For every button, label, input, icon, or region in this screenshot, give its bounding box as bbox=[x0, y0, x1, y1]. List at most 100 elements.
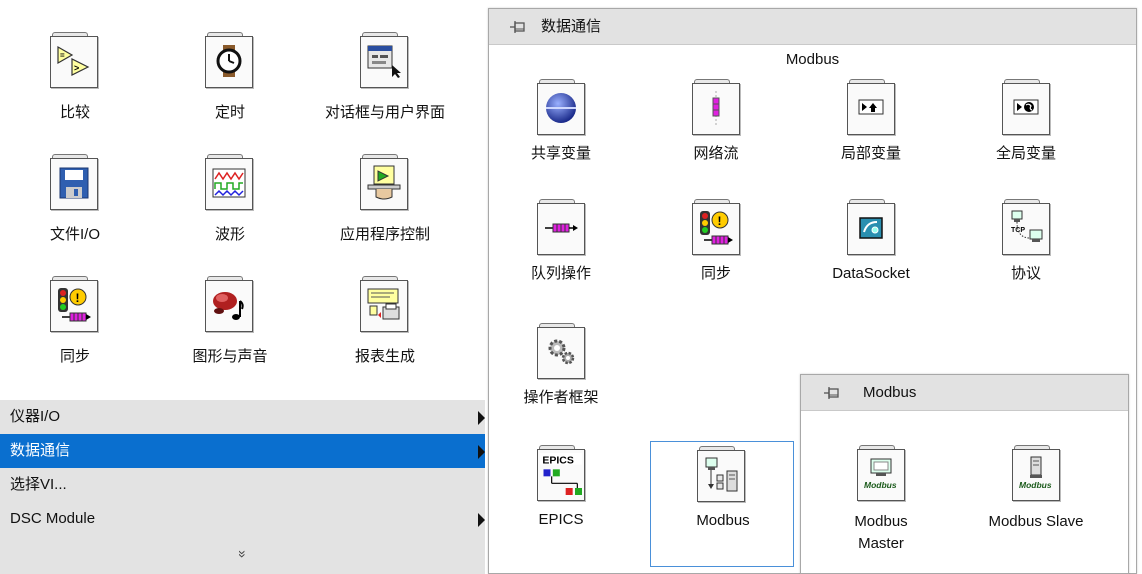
palette-item-label: 协议 bbox=[1010, 265, 1041, 282]
palette-item-label: Modbus Master bbox=[811, 511, 951, 555]
pin-icon[interactable] bbox=[509, 18, 527, 36]
label-line: Modbus Slave bbox=[988, 513, 1084, 530]
palette-item-label: 同步 bbox=[59, 348, 90, 365]
palette-item-label: 局部变量 bbox=[840, 145, 901, 162]
palette-item-label: 网络流 bbox=[693, 145, 739, 162]
file-io-icon bbox=[50, 154, 98, 212]
submenu-arrow-icon bbox=[478, 513, 485, 527]
modbus-icon bbox=[697, 446, 745, 504]
palette-item-label: 报表生成 bbox=[354, 348, 415, 365]
double-chevron-down-icon: » bbox=[234, 550, 251, 558]
queue-icon bbox=[537, 199, 585, 257]
epics-icon: EPICS bbox=[537, 445, 585, 503]
palette-item-timing[interactable]: 定时 bbox=[155, 32, 305, 144]
global-variable-icon bbox=[1002, 79, 1050, 137]
palette-item-file-io[interactable]: 文件I/O bbox=[0, 154, 150, 266]
shared-variable-icon bbox=[537, 79, 585, 137]
palette-item-modbus-master[interactable]: Modbus Modbus Master bbox=[811, 445, 951, 565]
palette-item-label: 波形 bbox=[214, 226, 245, 243]
palette-item-waveform[interactable]: 波形 bbox=[155, 154, 305, 266]
palette-subtitle: Modbus bbox=[785, 51, 840, 68]
palette-item-sync[interactable]: ! 同步 bbox=[0, 276, 150, 388]
palette-item-label: DataSocket bbox=[832, 265, 910, 282]
svg-text:!: ! bbox=[76, 291, 80, 305]
menu-item-label: DSC Module bbox=[10, 510, 96, 527]
palette-item-local-variable[interactable]: 局部变量 bbox=[801, 79, 941, 189]
palette-item-label: 应用程序控制 bbox=[339, 226, 430, 243]
palette-item-queue[interactable]: 队列操作 bbox=[491, 199, 631, 309]
label-line: Modbus bbox=[854, 513, 908, 530]
actor-framework-icon bbox=[537, 323, 585, 381]
expand-more-button[interactable]: » bbox=[0, 536, 485, 574]
palette-item-label: 图形与声音 bbox=[192, 348, 268, 365]
svg-text:>: > bbox=[74, 63, 79, 73]
timing-icon bbox=[205, 32, 253, 90]
palette-item-label: 定时 bbox=[214, 104, 245, 121]
protocol-icon: TCP bbox=[1002, 199, 1050, 257]
palette-item-dialog-ui[interactable]: 对话框与用户界面 bbox=[310, 32, 460, 160]
palette-item-shared-variable[interactable]: 共享变量 bbox=[491, 79, 631, 189]
palette-item-protocol[interactable]: TCP 协议 bbox=[956, 199, 1096, 309]
palette-item-epics[interactable]: EPICS EPICS bbox=[491, 445, 631, 555]
submenu-arrow-icon bbox=[478, 445, 485, 459]
pin-icon[interactable] bbox=[823, 384, 841, 402]
datasocket-icon bbox=[847, 199, 895, 257]
network-stream-icon bbox=[692, 79, 740, 137]
label-line: Master bbox=[858, 535, 904, 552]
palette-item-compare[interactable]: = > 比较 bbox=[0, 32, 150, 144]
graphics-sound-icon bbox=[205, 276, 253, 334]
menu-item-instrument-io[interactable]: 仪器I/O bbox=[0, 400, 485, 434]
palette-item-global-variable[interactable]: 全局变量 bbox=[956, 79, 1096, 189]
menu-item-data-communication[interactable]: 数据通信 bbox=[0, 434, 485, 468]
waveform-icon bbox=[205, 154, 253, 212]
sync-icon: ! bbox=[50, 276, 98, 334]
svg-text:!: ! bbox=[718, 214, 722, 228]
palette-item-label: 比较 bbox=[59, 104, 90, 121]
palette-header: 数据通信 bbox=[489, 9, 1136, 45]
dialog-ui-icon bbox=[360, 32, 408, 90]
palette-item-sync[interactable]: ! 同步 bbox=[646, 199, 786, 309]
sync-icon: ! bbox=[692, 199, 740, 257]
palette-item-label: 同步 bbox=[700, 265, 731, 282]
modbus-palette: Modbus Modbus Modbus Master Modbus Modbu… bbox=[800, 374, 1129, 574]
submenu-arrow-icon bbox=[478, 411, 485, 425]
menu-item-dsc-module[interactable]: DSC Module bbox=[0, 502, 485, 536]
modbus-slave-icon: Modbus bbox=[1012, 445, 1060, 503]
palette-title: Modbus bbox=[863, 384, 917, 401]
menu-item-label: 仪器I/O bbox=[10, 408, 61, 425]
palette-item-graphics-sound[interactable]: 图形与声音 bbox=[155, 276, 305, 388]
menu-item-label: 数据通信 bbox=[10, 442, 71, 459]
palette-item-label: 共享变量 bbox=[530, 145, 591, 162]
svg-text:=: = bbox=[60, 51, 65, 60]
menu-item-select-vi[interactable]: 选择VI... bbox=[0, 468, 485, 502]
svg-text:TCP: TCP bbox=[1011, 227, 1025, 234]
report-icon bbox=[360, 276, 408, 334]
compare-icon: = > bbox=[50, 32, 98, 90]
palette-item-modbus-slave[interactable]: Modbus Modbus Slave bbox=[966, 445, 1106, 565]
palette-header: Modbus bbox=[801, 375, 1128, 411]
palette-item-label: Modbus Slave bbox=[966, 511, 1106, 533]
palette-title: 数据通信 bbox=[541, 18, 602, 35]
palette-item-report[interactable]: 报表生成 bbox=[310, 276, 460, 388]
category-menu: 仪器I/O 数据通信 选择VI... DSC Module bbox=[0, 400, 485, 536]
palette-item-actor-framework[interactable]: 操作者框架 bbox=[491, 323, 631, 433]
functions-palette: = > 比较 定时 对话框与用户界面 文件I/O 波形 应用程序控制 ! 同步 … bbox=[0, 0, 485, 574]
palette-item-datasocket[interactable]: DataSocket bbox=[801, 199, 941, 309]
local-variable-icon bbox=[847, 79, 895, 137]
app-control-icon bbox=[360, 154, 408, 212]
palette-item-app-control[interactable]: 应用程序控制 bbox=[310, 154, 460, 266]
epics-icon-text: EPICS bbox=[542, 455, 574, 467]
palette-item-modbus[interactable]: Modbus bbox=[650, 441, 794, 567]
palette-item-label: 全局变量 bbox=[995, 145, 1056, 162]
palette-item-label: 文件I/O bbox=[49, 226, 100, 243]
palette-item-label: 操作者框架 bbox=[523, 389, 599, 406]
modbus-master-icon: Modbus bbox=[857, 445, 905, 503]
palette-item-label: Modbus bbox=[696, 512, 750, 529]
modbus-icon-text: Modbus bbox=[864, 480, 897, 490]
modbus-icon-text: Modbus bbox=[1019, 480, 1052, 490]
palette-item-network-stream[interactable]: 网络流 bbox=[646, 79, 786, 189]
palette-item-label: 队列操作 bbox=[530, 265, 591, 282]
menu-item-label: 选择VI... bbox=[10, 476, 67, 493]
palette-item-label: 对话框与用户界面 bbox=[324, 104, 445, 121]
palette-item-label: EPICS bbox=[538, 511, 584, 528]
